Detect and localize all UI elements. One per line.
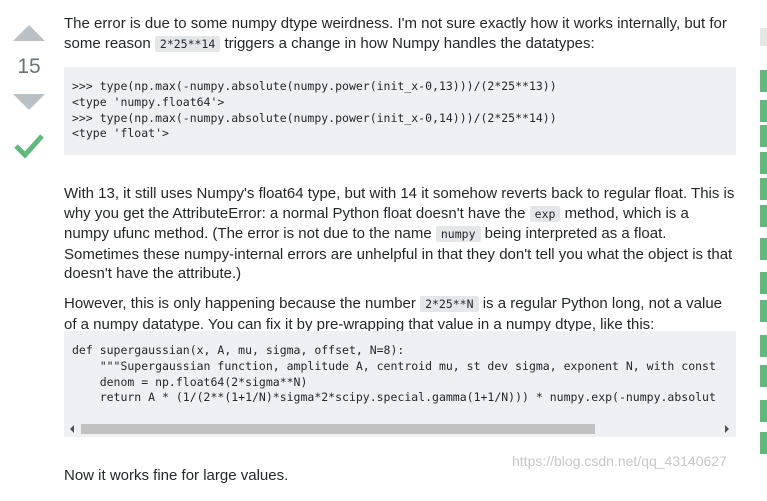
text: triggers a change in how Numpy handles t…	[220, 34, 595, 52]
inline-code: exp	[529, 205, 561, 222]
code-block-1: >>> type(np.max(-numpy.absolute(numpy.po…	[64, 67, 736, 155]
accepted-marker	[760, 125, 767, 147]
code-block-2: def supergaussian(x, A, mu, sigma, offse…	[64, 331, 736, 437]
accepted-marker	[760, 178, 767, 200]
accepted-marker	[760, 100, 767, 122]
accepted-checkmark-icon	[14, 134, 44, 159]
right-sidebar-strip	[757, 0, 767, 480]
watermark: https://blog.csdn.net/qq_43140627	[512, 453, 727, 469]
accepted-marker	[760, 400, 767, 422]
accepted-marker	[760, 272, 767, 294]
accepted-marker	[760, 300, 767, 322]
accepted-marker	[760, 335, 767, 357]
inline-code: numpy	[435, 226, 481, 242]
accepted-marker	[760, 205, 767, 227]
accepted-marker	[760, 365, 767, 387]
accepted-marker	[760, 238, 767, 260]
accepted-marker	[760, 70, 767, 92]
answer-paragraph-1: The error is due to some numpy dtype wei…	[64, 14, 736, 54]
code-block-2-text: def supergaussian(x, A, mu, sigma, offse…	[64, 331, 736, 417]
upvote-arrow-icon[interactable]	[13, 25, 45, 41]
inline-code: 2*25**N	[420, 296, 479, 312]
vote-count: 15	[17, 55, 41, 78]
scrollbar-thumb[interactable]	[81, 424, 595, 434]
sidebar-marker	[760, 28, 767, 46]
inline-code: 2*25**14	[154, 35, 221, 52]
scroll-right-icon[interactable]	[725, 425, 729, 433]
downvote-arrow-icon[interactable]	[13, 94, 45, 110]
text: However, this is only happening because …	[64, 295, 421, 312]
scroll-left-icon[interactable]	[70, 425, 74, 433]
accepted-marker	[760, 432, 767, 454]
accepted-marker	[760, 152, 767, 174]
horizontal-scrollbar[interactable]	[64, 418, 736, 437]
